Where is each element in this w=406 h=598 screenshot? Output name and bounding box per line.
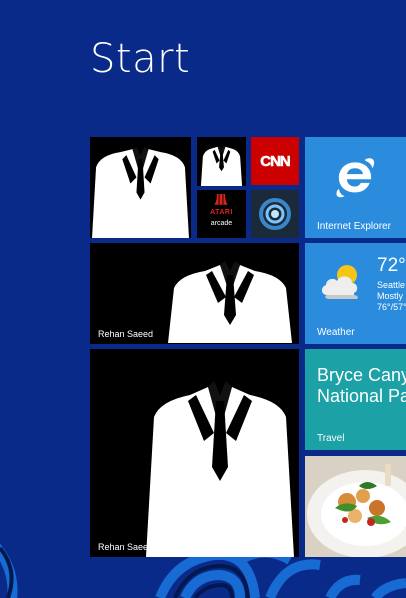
- weather-condition: Mostly: [377, 291, 404, 301]
- ie-logo-icon: [336, 158, 375, 198]
- tile-cnn[interactable]: CNN: [251, 137, 299, 185]
- atari-logo-icon: [214, 194, 228, 205]
- tile-internet-explorer[interactable]: Internet Explorer: [305, 137, 406, 238]
- arcade-label: arcade: [210, 220, 233, 227]
- anonymous-suit-icon: [92, 147, 189, 238]
- anonymous-suit-icon: [200, 145, 243, 186]
- tile-food[interactable]: [305, 456, 406, 557]
- weather-temperature: 72°: [377, 255, 406, 276]
- anonymous-suit-icon: [146, 381, 294, 557]
- partly-cloudy-icon: [321, 265, 358, 299]
- food-photo: [305, 456, 406, 557]
- travel-label: Travel: [317, 433, 345, 444]
- tile-travel[interactable]: Bryce Canyo National Pa Travel: [305, 349, 406, 450]
- internet-explorer-label: Internet Explorer: [317, 221, 391, 232]
- weather-range: 76°/57°: [377, 302, 406, 312]
- weather-city: Seattle: [377, 280, 406, 290]
- tile-ring-app[interactable]: [251, 190, 299, 238]
- atari-label: ATARI: [210, 209, 233, 216]
- travel-title: Bryce Canyo National Pa: [317, 365, 406, 407]
- start-title: Start: [90, 36, 191, 82]
- tile-people-large[interactable]: Rehan Saeed: [90, 349, 299, 557]
- people-wide-caption: Rehan Saeed: [98, 329, 154, 339]
- travel-title-line-2: National Pa: [317, 386, 406, 406]
- ring-icon: [259, 198, 291, 230]
- people-large-caption: Rehan Saeed: [98, 542, 154, 552]
- anonymous-suit-icon: [168, 261, 292, 343]
- cnn-logo: CNN: [260, 152, 291, 170]
- travel-title-line-1: Bryce Canyo: [317, 365, 406, 385]
- tile-people-wide[interactable]: Rehan Saeed: [90, 243, 299, 344]
- tile-weather[interactable]: 72° Seattle Mostly 76°/57° Weather: [305, 243, 406, 344]
- tile-profile-large[interactable]: [90, 137, 191, 238]
- weather-label: Weather: [317, 327, 355, 338]
- tile-profile-small[interactable]: [197, 137, 246, 186]
- tile-atari-arcade[interactable]: ATARI arcade: [197, 190, 246, 238]
